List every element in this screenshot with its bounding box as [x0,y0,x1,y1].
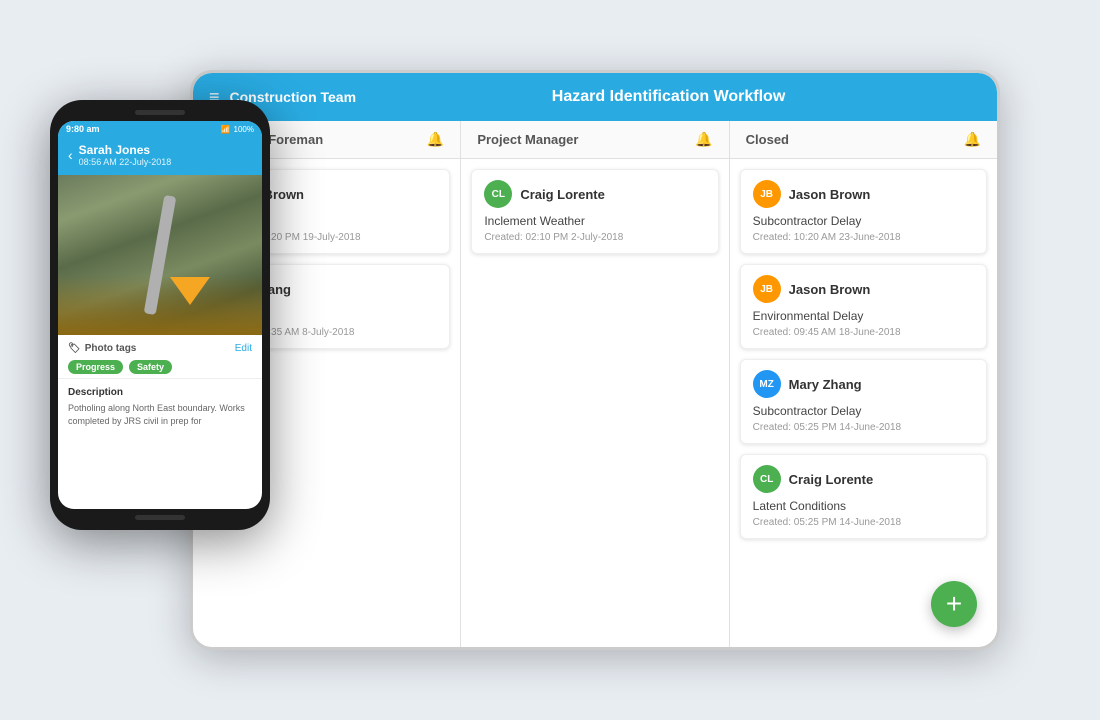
scene: ≡ Construction Team Hazard Identificatio… [50,40,1050,680]
tablet-screen: ≡ Construction Team Hazard Identificatio… [193,73,997,647]
column-project-manager: Project Manager 🔔 CL Craig Lorente Incle… [461,121,729,647]
back-icon[interactable]: ‹ [68,147,73,163]
phone: 9:80 am 📶 100% ‹ Sarah Jones 08:56 AM 22… [50,100,270,530]
tags-label-text: Photo tags [85,343,137,354]
phone-datetime: 08:56 AM 22-July-2018 [79,157,252,167]
card-username-pm-1: Craig Lorente [520,187,605,202]
column-closed: Closed 🔔 JB Jason Brown Subcontractor De… [730,121,997,647]
tag-safety: Safety [129,360,172,374]
phone-user-info: Sarah Jones 08:56 AM 22-July-2018 [79,143,252,167]
tags-row: 🏷 Photo tags Edit [68,343,252,354]
card-username-closed-3: Mary Zhang [789,377,862,392]
card-username-closed-1: Jason Brown [789,187,871,202]
kanban-board: Engineer/Foreman 🔔 JB n Brown tor Delay … [193,121,997,647]
avatar-jb-closed-1: JB [753,180,781,208]
card-issue-closed-3: Subcontractor Delay [753,404,974,418]
card-issue-pm-1: Inclement Weather [484,214,705,228]
column-title-pm: Project Manager [477,132,578,147]
phone-header: ‹ Sarah Jones 08:56 AM 22-July-2018 [58,137,262,175]
description-title: Description [68,387,252,398]
avatar-cl-closed: CL [753,465,781,493]
avatar-cl-1: CL [484,180,512,208]
column-header-pm: Project Manager 🔔 [461,121,728,159]
card-date-closed-3: Created: 05:25 PM 14-June-2018 [753,422,974,433]
bell-icon-closed[interactable]: 🔔 [964,131,981,148]
card-issue-closed-2: Environmental Delay [753,309,974,323]
description-text: Potholing along North East boundary. Wor… [68,402,252,427]
card-issue-closed-1: Subcontractor Delay [753,214,974,228]
tablet-header: ≡ Construction Team Hazard Identificatio… [193,73,997,121]
tags-label: 🏷 Photo tags [68,343,136,354]
fab-button[interactable]: + [931,581,977,627]
avatar-jb-closed-2: JB [753,275,781,303]
tags-list: Progress Safety [68,360,252,374]
card-username-closed-4: Craig Lorente [789,472,874,487]
card-pm-1[interactable]: CL Craig Lorente Inclement Weather Creat… [471,169,718,254]
column-cards-pm: CL Craig Lorente Inclement Weather Creat… [461,159,728,647]
tag-progress: Progress [68,360,123,374]
card-user-row: MZ Mary Zhang [753,370,974,398]
card-date-closed-1: Created: 10:20 AM 23-June-2018 [753,232,974,243]
card-user-row: JB Jason Brown [753,180,974,208]
card-issue-closed-4: Latent Conditions [753,499,974,513]
avatar-mz-closed: MZ [753,370,781,398]
bell-icon-engineer[interactable]: 🔔 [427,131,444,148]
phone-description-section: Description Potholing along North East b… [58,379,262,435]
bell-icon-pm[interactable]: 🔔 [695,131,712,148]
card-closed-2[interactable]: JB Jason Brown Environmental Delay Creat… [740,264,987,349]
phone-photo [58,175,262,335]
phone-speaker [135,110,185,115]
card-user-row: CL Craig Lorente [484,180,705,208]
card-date-closed-2: Created: 09:45 AM 18-June-2018 [753,327,974,338]
wifi-icon: 📶 [221,125,231,134]
status-icons: 📶 100% [221,125,254,134]
tablet-title: Hazard Identification Workflow [356,88,981,106]
tag-edit-button[interactable]: Edit [235,343,252,354]
tag-icon: 🏷 [68,343,81,354]
card-username-closed-2: Jason Brown [789,282,871,297]
tablet: ≡ Construction Team Hazard Identificatio… [190,70,1000,650]
card-closed-3[interactable]: MZ Mary Zhang Subcontractor Delay Create… [740,359,987,444]
card-closed-1[interactable]: JB Jason Brown Subcontractor Delay Creat… [740,169,987,254]
column-header-closed: Closed 🔔 [730,121,997,159]
status-time: 9:80 am [66,124,100,134]
card-user-row: CL Craig Lorente [753,465,974,493]
phone-username: Sarah Jones [79,143,252,157]
card-date-closed-4: Created: 05:25 PM 14-June-2018 [753,517,974,528]
card-user-row: JB Jason Brown [753,275,974,303]
column-cards-closed: JB Jason Brown Subcontractor Delay Creat… [730,159,997,647]
phone-status-bar: 9:80 am 📶 100% [58,121,262,137]
phone-content: 🏷 Photo tags Edit Progress Safety Descri… [58,175,262,509]
column-title-closed: Closed [746,132,789,147]
phone-tags-section: 🏷 Photo tags Edit Progress Safety [58,335,262,379]
card-date-pm-1: Created: 02:10 PM 2-July-2018 [484,232,705,243]
phone-screen: 9:80 am 📶 100% ‹ Sarah Jones 08:56 AM 22… [58,121,262,509]
battery-icon: 100% [234,125,254,134]
card-closed-4[interactable]: CL Craig Lorente Latent Conditions Creat… [740,454,987,539]
flag-visual [170,277,210,305]
phone-home-bar [135,515,185,520]
